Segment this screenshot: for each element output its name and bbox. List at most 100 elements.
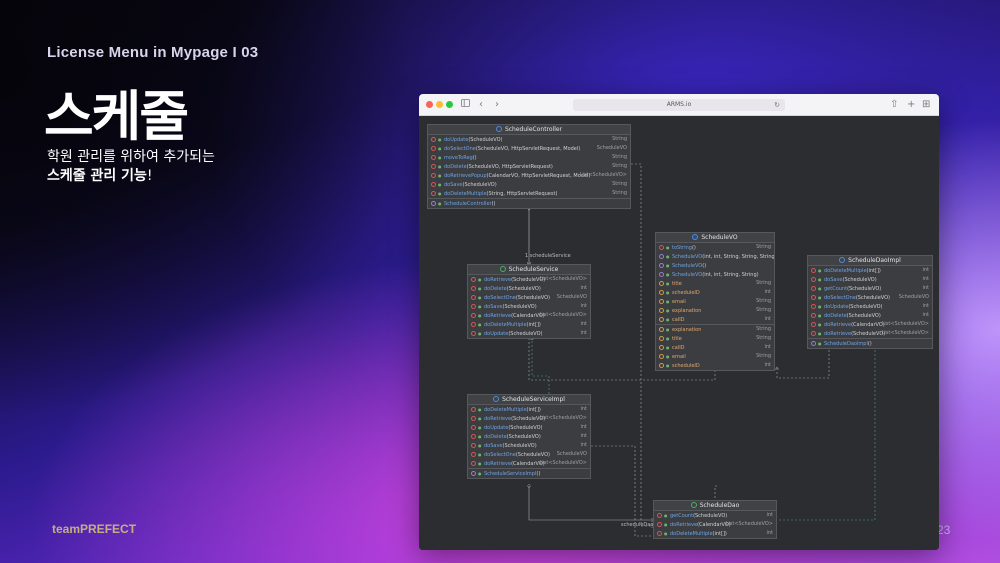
method-row[interactable]: ● doSelectOne(ScheduleVO) ScheduleVO [468, 293, 590, 302]
class-icon [495, 126, 502, 132]
method-row[interactable]: ● doSelectOne(ScheduleVO) ScheduleVO [468, 450, 590, 459]
constructor-icon [659, 272, 664, 277]
method-icon [811, 304, 816, 309]
field-icon [659, 336, 664, 341]
member-name: scheduleID [672, 363, 700, 369]
method-row[interactable]: ● doDeleteMultiple(String, HttpServletReq… [428, 189, 630, 198]
method-row[interactable]: ● doDelete(ScheduleVO) int [468, 284, 590, 293]
method-row[interactable]: ● getCount(ScheduleVO) int [654, 511, 776, 520]
member-params: (ScheduleVO) [847, 286, 882, 292]
share-icon[interactable]: ⇧ [890, 98, 898, 112]
method-row[interactable]: ● doSave(ScheduleVO) String [428, 180, 630, 189]
close-window-button[interactable] [426, 101, 433, 108]
field-row[interactable]: ● email String [656, 352, 774, 361]
method-icon [471, 407, 476, 412]
constructor-row[interactable]: ● ScheduleVO() [656, 261, 774, 270]
class-schedule-controller[interactable]: ScheduleController ● doUpdate(ScheduleVO)… [427, 124, 631, 209]
forward-icon[interactable]: › [495, 98, 499, 112]
desc-line-2-tail: ! [146, 168, 153, 184]
method-row[interactable]: ● doSave(ScheduleVO) int [468, 302, 590, 311]
method-row[interactable]: ● doRetrieve(CalendarVO) List<ScheduleVO> [654, 520, 776, 529]
method-row[interactable]: ● doRetrieve(CalendarVO) List<ScheduleVO> [808, 320, 932, 329]
reload-icon[interactable]: ↻ [774, 99, 780, 111]
method-row[interactable]: ● doDelete(ScheduleVO) int [468, 432, 590, 441]
tab-overview-icon[interactable]: ⊞ [922, 98, 930, 112]
method-row[interactable]: ● doDeleteMultiple(int[]) int [654, 529, 776, 538]
method-row[interactable]: ● moveToReg() String [428, 153, 630, 162]
method-row[interactable]: ● doUpdate(ScheduleVO) int [468, 329, 590, 338]
class-members: ● getCount(ScheduleVO) int ● doRetrieve(Cale… [654, 511, 776, 538]
minimize-window-button[interactable] [436, 101, 443, 108]
constructor-row[interactable]: ● ScheduleController() [428, 199, 630, 208]
member-type: String [612, 190, 627, 196]
member-params: (ScheduleVO) [506, 286, 541, 292]
visibility-icon: ● [478, 434, 482, 439]
class-schedule-vo[interactable]: ScheduleVO ● toString() String ● ScheduleVO(… [655, 232, 775, 371]
method-row[interactable]: ● doDeleteMultiple(int[]) int [468, 320, 590, 329]
field-row[interactable]: ● scheduleID int [656, 361, 774, 370]
class-schedule-dao-impl[interactable]: ScheduleDaoImpl ● doDeleteMultiple(int[])… [807, 255, 933, 349]
class-schedule-service[interactable]: ScheduleService ● doRetrieve(ScheduleVO) L… [467, 264, 591, 339]
method-row[interactable]: ● doRetrieve(ScheduleVO) List<ScheduleVO> [468, 275, 590, 284]
method-row[interactable]: ● doSave(ScheduleVO) int [808, 275, 932, 284]
field-row[interactable]: ● explanation String [656, 306, 774, 315]
field-row[interactable]: ● explanation String [656, 325, 774, 334]
field-row[interactable]: ● calID int [656, 315, 774, 324]
method-row[interactable]: ● doRetrieve(CalendarVO) List<ScheduleVO> [468, 311, 590, 320]
method-icon [811, 268, 816, 273]
constructor-row[interactable]: ● ScheduleVO(int, int, String, String, St… [656, 252, 774, 261]
method-row[interactable]: ● doSelectOne(ScheduleVO, HttpServletRequ… [428, 144, 630, 153]
visibility-icon: ● [666, 290, 670, 295]
method-row[interactable]: ● doSelectOne(ScheduleVO) ScheduleVO [808, 293, 932, 302]
method-row[interactable]: ● doRetrievePopup(CalendarVO, HttpServlet… [428, 171, 630, 180]
member-type: int [580, 285, 587, 291]
member-type: int [580, 442, 587, 448]
method-row[interactable]: ● doUpdate(ScheduleVO) int [808, 302, 932, 311]
method-row[interactable]: ● doDeleteMultiple(int[]) int [468, 405, 590, 414]
member-name: calID [672, 317, 685, 323]
desc-line-1: 학원 관리를 위하여 추가되는 [47, 149, 215, 165]
method-row[interactable]: ● doDeleteMultiple(int[]) int [808, 266, 932, 275]
back-icon[interactable]: ‹ [479, 98, 483, 112]
class-header: ScheduleVO [656, 233, 774, 243]
member-name: doSelectOne [484, 295, 516, 301]
class-schedule-service-impl[interactable]: ScheduleServiceImpl ● doDeleteMultiple(in… [467, 394, 591, 479]
method-icon [431, 191, 436, 196]
new-tab-icon[interactable]: + [907, 98, 915, 112]
constructor-row[interactable]: ● ScheduleServiceImpl() [468, 469, 590, 478]
class-name: ScheduleController [504, 126, 563, 133]
constructor-row[interactable]: ● ScheduleDaoImpl() [808, 339, 932, 348]
field-row[interactable]: ● title String [656, 279, 774, 288]
link-daoimpl-vo [777, 346, 830, 379]
visibility-icon: ● [666, 327, 670, 332]
visibility-icon: ● [666, 272, 670, 277]
member-type: List<ScheduleVO> [539, 312, 587, 318]
link-impl-service [530, 336, 550, 394]
class-schedule-dao[interactable]: ScheduleDao ● getCount(ScheduleVO) int ● doR… [653, 500, 777, 539]
member-params: () [691, 245, 696, 251]
method-row[interactable]: ● doUpdate(ScheduleVO) String [428, 135, 630, 144]
method-row[interactable]: ● getCount(ScheduleVO) int [808, 284, 932, 293]
method-row[interactable]: ● doDelete(ScheduleVO) int [808, 311, 932, 320]
method-icon [659, 245, 664, 250]
address-bar[interactable]: ARMS.io ↻ [573, 99, 785, 111]
method-row[interactable]: ● toString() String [656, 243, 774, 252]
member-type: int [922, 285, 929, 291]
member-type: List<ScheduleVO> [579, 172, 627, 178]
method-row[interactable]: ● doRetrieve(ScheduleVO) List<ScheduleVO> [468, 414, 590, 423]
constructor-row[interactable]: ● ScheduleVO(int, int, String, String) [656, 270, 774, 279]
method-row[interactable]: ● doRetrieve(CalendarVO) List<ScheduleVO> [468, 459, 590, 468]
sidebar-icon[interactable] [461, 98, 470, 112]
method-row[interactable]: ● doDelete(ScheduleVO, HttpServletRequest… [428, 162, 630, 171]
member-name: title [672, 336, 682, 342]
field-row[interactable]: ● scheduleID int [656, 288, 774, 297]
method-row[interactable]: ● doRetrieve(ScheduleVO) List<ScheduleVO> [808, 329, 932, 338]
field-row[interactable]: ● calID int [656, 343, 774, 352]
method-row[interactable]: ● doSave(ScheduleVO) int [468, 441, 590, 450]
field-row[interactable]: ● email String [656, 297, 774, 306]
constructor-icon [659, 254, 664, 259]
field-row[interactable]: ● title String [656, 334, 774, 343]
visibility-icon: ● [478, 471, 482, 476]
method-row[interactable]: ● doUpdate(ScheduleVO) int [468, 423, 590, 432]
zoom-window-button[interactable] [446, 101, 453, 108]
